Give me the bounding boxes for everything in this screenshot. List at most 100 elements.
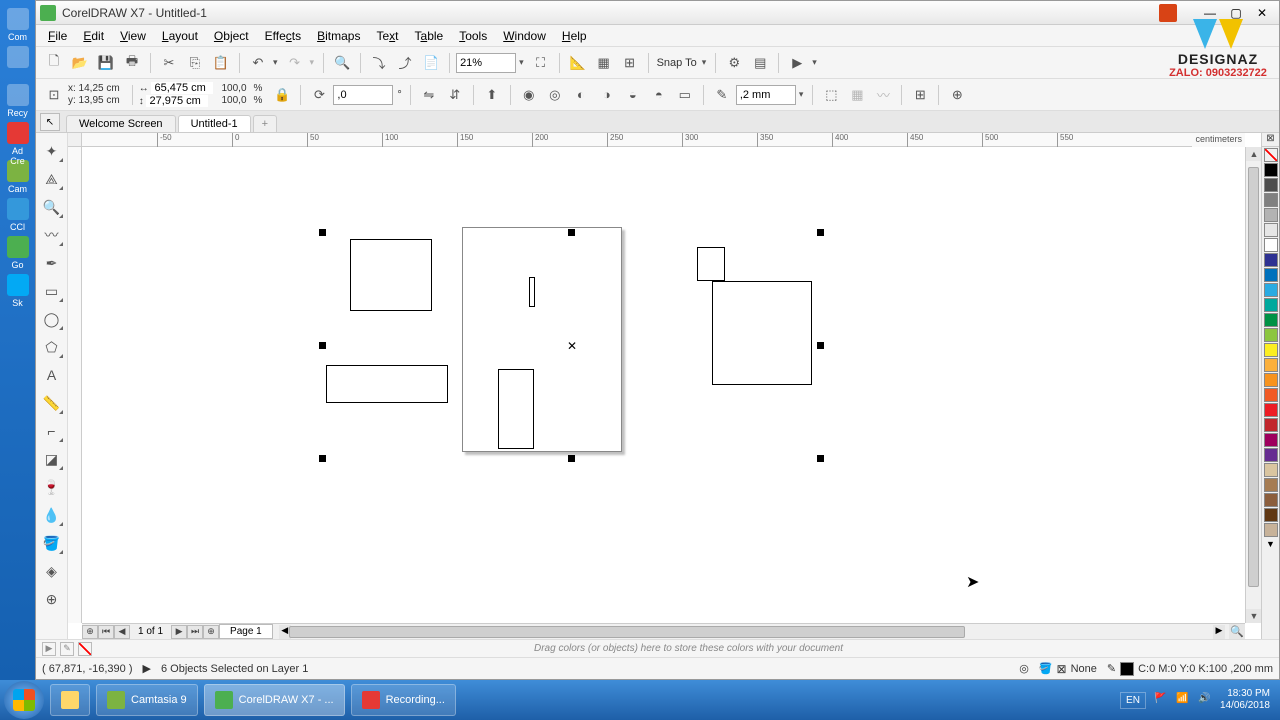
search-content-icon[interactable]: 🔍 [330,51,354,75]
selection-handle[interactable] [817,342,824,349]
zoom-tool-icon[interactable]: 🔍 [39,194,65,220]
color-swatch[interactable] [1264,298,1278,312]
color-swatch[interactable] [1264,283,1278,297]
taskbar-coreldraw[interactable]: CorelDRAW X7 - ... [204,684,345,716]
color-swatch[interactable] [1264,433,1278,447]
taskbar-recording[interactable]: Recording... [351,684,456,716]
app-launcher-icon[interactable]: ▤ [748,51,772,75]
selection-handle[interactable] [568,229,575,236]
show-rulers-icon[interactable]: 📐 [566,51,590,75]
outline-indicator[interactable]: ✎ C:0 M:0 Y:0 K:100 ,200 mm [1107,662,1273,676]
open-file-icon[interactable]: 📂 [68,51,92,75]
options-icon[interactable]: ⚙ [722,51,746,75]
rectangle-object[interactable] [350,239,432,311]
scroll-up-icon[interactable]: ▲ [1246,147,1261,161]
menu-text[interactable]: Text [368,27,406,45]
simplify-icon[interactable]: ◑ [595,83,619,107]
horizontal-scrollbar[interactable]: ◀ ▶ [279,625,1225,639]
trim-icon[interactable]: ◎ [543,83,567,107]
redo-button[interactable]: ↷▾ [283,51,318,75]
save-file-icon[interactable]: 💾 [94,51,118,75]
color-swatch[interactable] [1264,493,1278,507]
full-screen-preview-icon[interactable]: ⛶ [529,51,553,75]
transparency-tool-icon[interactable]: 🍷 [39,474,65,500]
rectangle-tool-icon[interactable]: ▭ [39,278,65,304]
palette-scroll-down-icon[interactable]: ▼ [1264,539,1278,553]
outline-pen-icon[interactable]: ✎ [710,83,734,107]
color-proof-icon[interactable]: ◎ [1019,662,1029,675]
launch-icon[interactable]: ▶ [785,51,809,75]
next-tool-icon[interactable]: ▶ [143,662,151,675]
desktop-icon[interactable]: Com [3,8,33,38]
menu-effects[interactable]: Effects [257,27,309,45]
page-tab[interactable]: Page 1 [219,624,273,639]
boundary-icon[interactable]: ▭ [673,83,697,107]
artistic-media-tool-icon[interactable]: ✒ [39,250,65,276]
menu-view[interactable]: View [112,27,154,45]
outline-width-dropdown[interactable]: ▾ [736,85,807,105]
back-minus-front-icon[interactable]: ◓ [647,83,671,107]
color-swatch[interactable] [1264,448,1278,462]
first-page-icon[interactable]: ⏮ [98,625,114,639]
desktop-icon[interactable]: CCl [3,198,33,228]
taskbar-explorer[interactable] [50,684,90,716]
object-height-input[interactable] [146,95,208,107]
quick-customize-tool-icon[interactable]: ⊕ [39,586,65,612]
wrap-text-icon[interactable]: ⬚ [819,83,843,107]
vertical-ruler[interactable] [68,147,82,623]
cut-icon[interactable]: ✂ [157,51,181,75]
vertical-scrollbar[interactable]: ▲ ▼ [1245,147,1261,623]
text-tool-icon[interactable]: A [39,362,65,388]
menu-edit[interactable]: Edit [75,27,112,45]
intersect-icon[interactable]: ◐ [569,83,593,107]
print-icon[interactable]: 🖶 [120,51,144,75]
color-swatch[interactable] [1264,238,1278,252]
polygon-tool-icon[interactable]: ⬠ [39,334,65,360]
show-grid-icon[interactable]: ▦ [592,51,616,75]
tray-volume-icon[interactable]: 🔊 [1198,693,1212,707]
import-icon[interactable]: ⤵ [367,51,391,75]
color-swatch[interactable] [1264,373,1278,387]
add-page-after-icon[interactable]: ⊕ [203,625,219,639]
add-page-icon[interactable]: ⊕ [82,625,98,639]
color-swatch[interactable] [1264,268,1278,282]
quick-customize-icon[interactable]: ⊕ [945,83,969,107]
object-width-input[interactable] [151,82,213,94]
drop-shadow-tool-icon[interactable]: ◪ [39,446,65,472]
selection-handle[interactable] [319,455,326,462]
palette-close-icon[interactable]: ⊠ [1262,133,1279,147]
mirror-vertical-icon[interactable]: ⇵ [443,83,467,107]
desktop-icon[interactable] [3,46,33,76]
selection-handle[interactable] [319,229,326,236]
rectangle-object[interactable] [712,281,812,385]
tab-document[interactable]: Untitled-1 [178,115,251,132]
copy-icon[interactable]: ⎘ [183,51,207,75]
menu-help[interactable]: Help [554,27,595,45]
connector-tool-icon[interactable]: ⌐ [39,418,65,444]
tray-network-icon[interactable]: 📶 [1176,693,1190,707]
color-swatch[interactable] [1264,208,1278,222]
selection-handle[interactable] [319,342,326,349]
system-clock[interactable]: 18:30 PM 14/06/2018 [1220,688,1270,712]
start-button[interactable] [4,681,44,719]
rectangle-object[interactable] [529,277,535,307]
zoom-level-dropdown[interactable]: ▾ [456,53,527,73]
next-page-icon[interactable]: ▶ [171,625,187,639]
color-swatch[interactable] [1264,313,1278,327]
prev-page-icon[interactable]: ◀ [114,625,130,639]
tab-add[interactable]: + [253,115,277,132]
outline-width-input[interactable] [736,85,796,105]
show-guidelines-icon[interactable]: ⊞ [618,51,642,75]
fill-indicator[interactable]: 🪣 ⊠ None [1039,662,1097,676]
scroll-down-icon[interactable]: ▼ [1246,609,1261,623]
pick-tool-icon[interactable]: ↖ [40,113,60,131]
mirror-horizontal-icon[interactable]: ⇋ [417,83,441,107]
color-swatch[interactable] [1264,328,1278,342]
convert-curves-icon[interactable]: 〰 [871,83,895,107]
tab-welcome[interactable]: Welcome Screen [66,115,176,132]
color-swatch[interactable] [1264,178,1278,192]
color-swatch[interactable] [1264,343,1278,357]
rectangle-object[interactable] [326,365,448,403]
tray-flag-icon[interactable]: 🚩 [1154,693,1168,707]
menu-file[interactable]: File [40,27,75,45]
